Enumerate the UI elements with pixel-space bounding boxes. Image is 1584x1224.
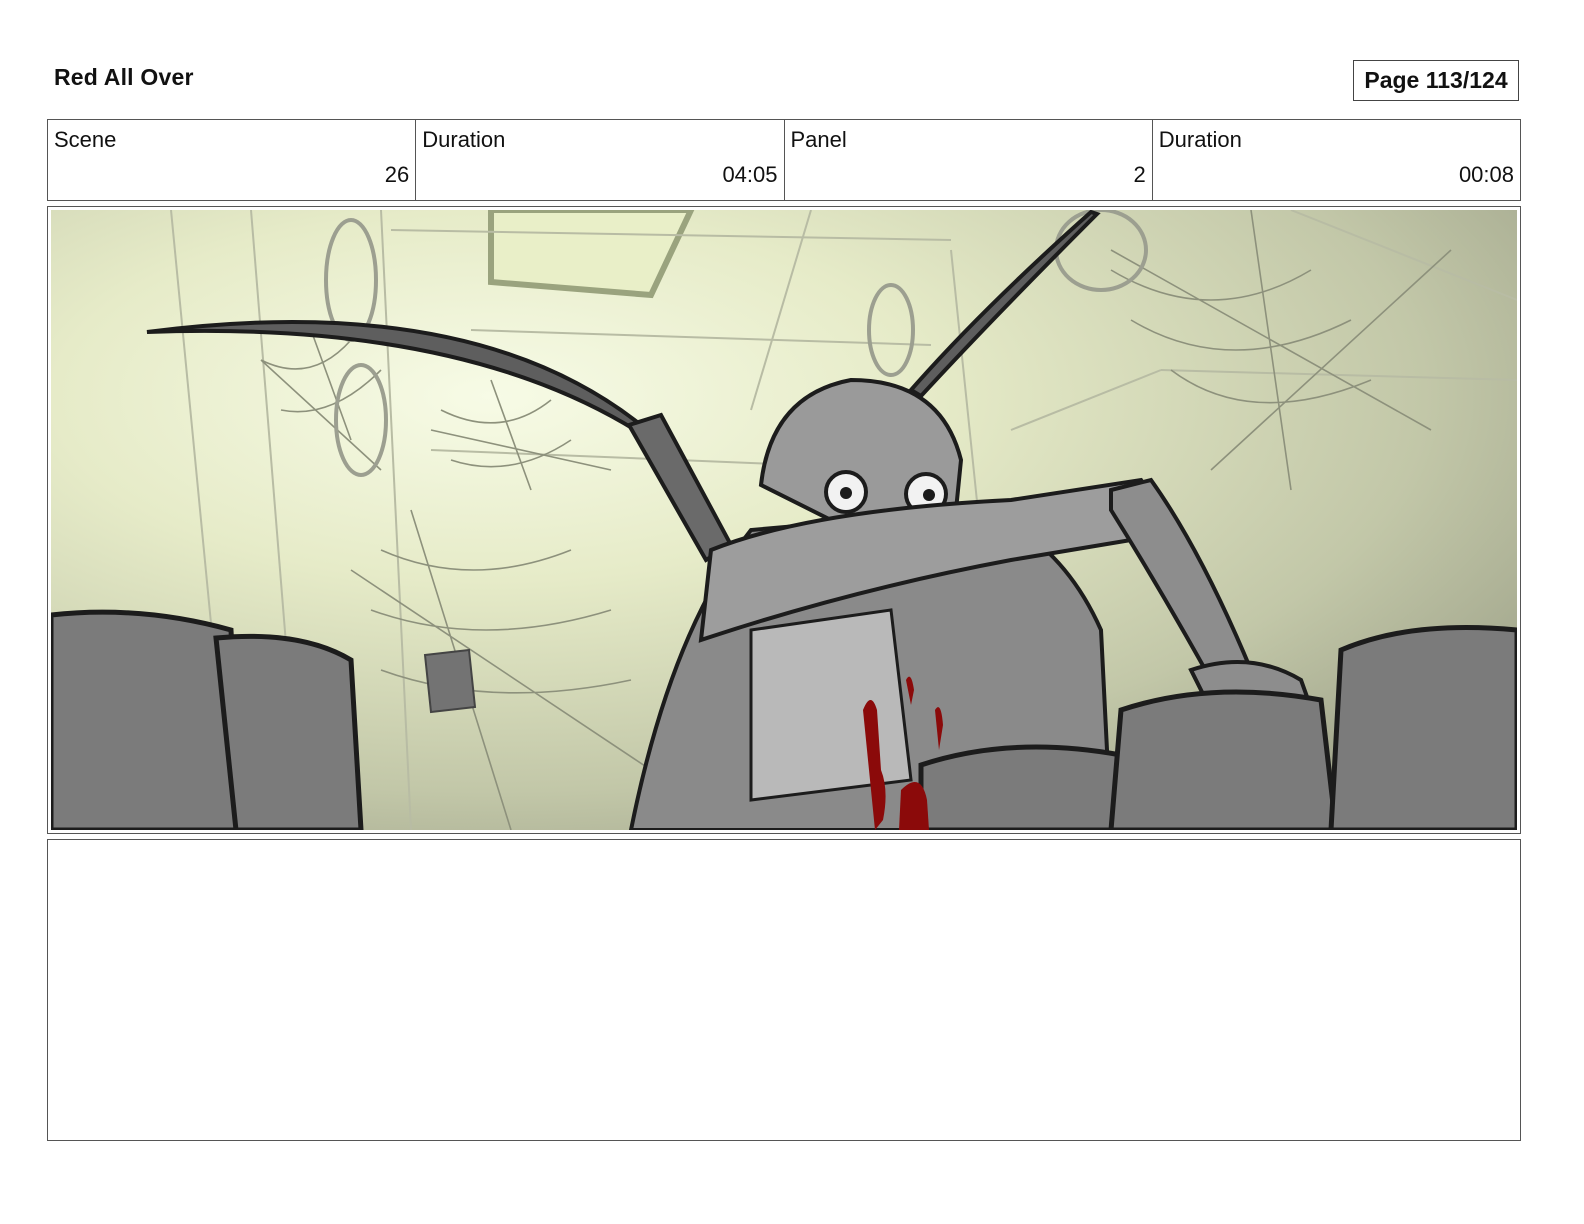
scene-duration-label: Duration [422, 127, 506, 152]
panel-cell: Panel 2 [785, 120, 1153, 200]
storyboard-panel [47, 206, 1521, 834]
panel-info-table: Scene 26 Duration 04:05 Panel 2 Duration… [47, 119, 1521, 201]
panel-label: Panel [790, 127, 847, 152]
panel-notes[interactable] [47, 839, 1521, 1141]
panel-duration-cell: Duration 00:08 [1153, 120, 1520, 200]
figure-shirt-highlight [749, 608, 913, 802]
panel-illustration [51, 210, 1517, 830]
pupil-right [923, 489, 935, 501]
scene-duration-cell: Duration 04:05 [416, 120, 785, 200]
panel-duration-value: 00:08 [1458, 162, 1514, 187]
scene-duration-value: 04:05 [722, 162, 778, 187]
panel-value: 2 [1133, 162, 1146, 187]
scene-value: 26 [384, 162, 410, 187]
panel-duration-label: Duration [1158, 127, 1242, 152]
pupil-left [840, 487, 852, 499]
scene-label: Scene [54, 127, 117, 152]
page-number: Page 113/124 [1353, 60, 1519, 101]
storyboard-title: Red All Over [54, 64, 194, 90]
scene-cell: Scene 26 [48, 120, 417, 200]
floating-card [423, 648, 477, 714]
